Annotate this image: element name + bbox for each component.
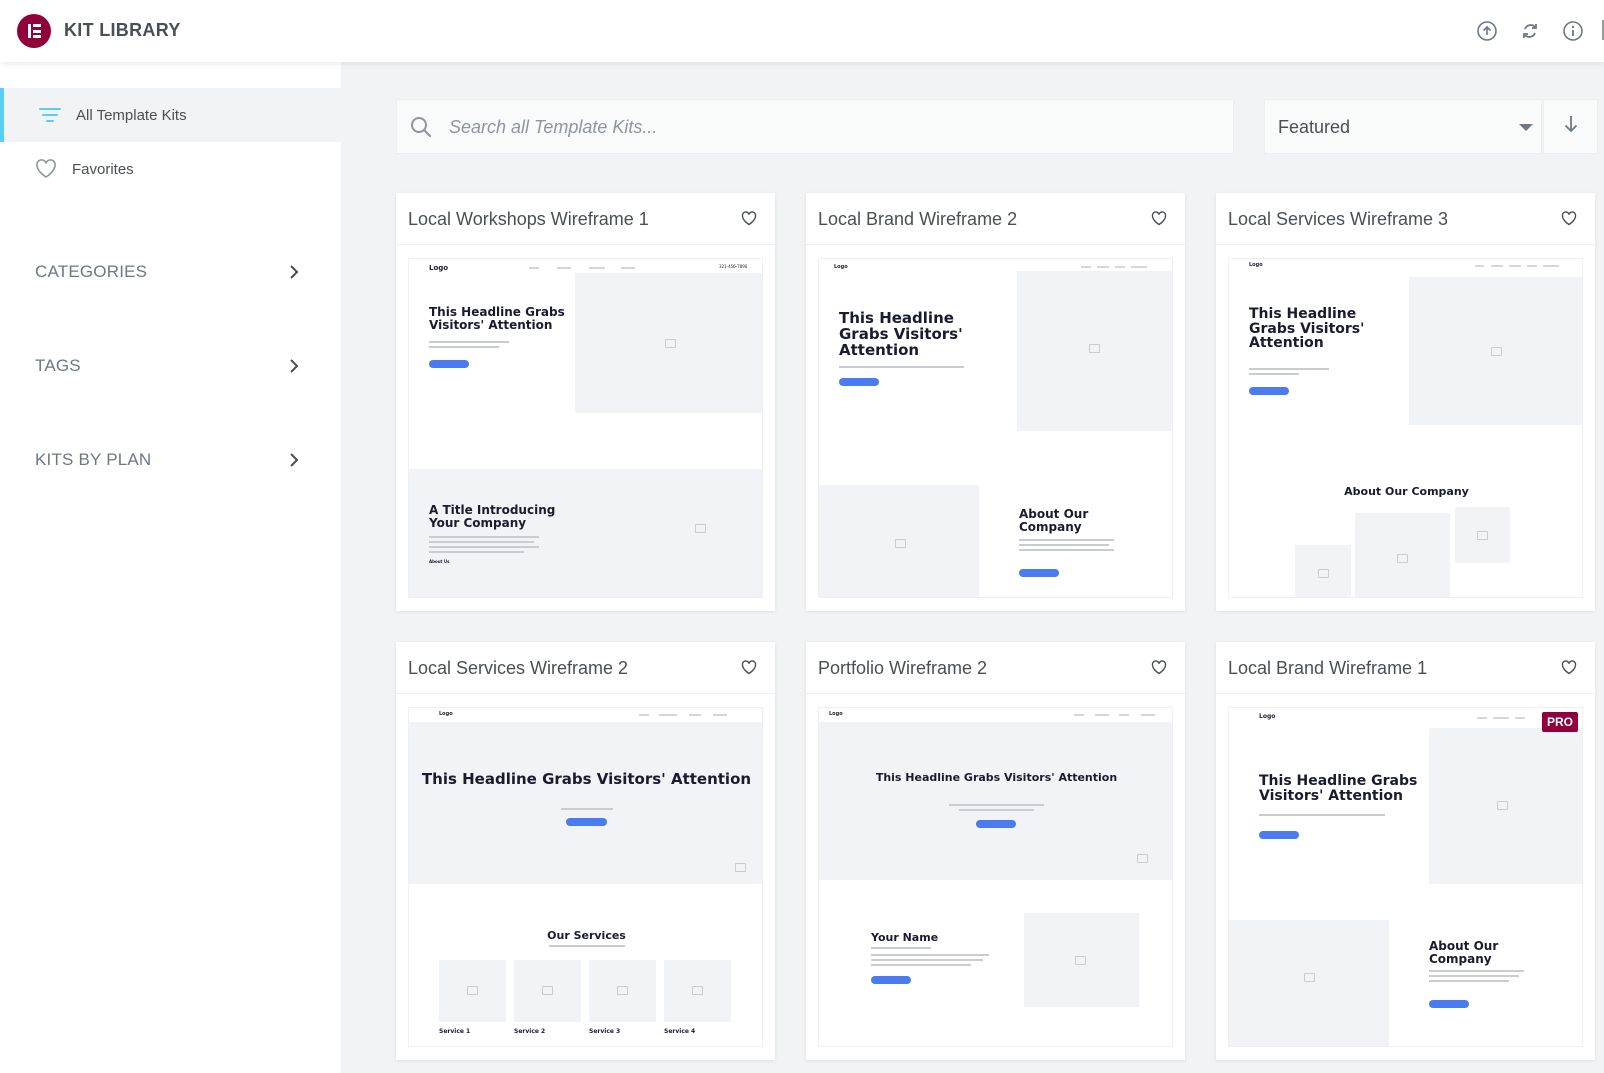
heart-icon bbox=[35, 158, 57, 180]
kit-thumbnail: Logo This Headline Grabs Visitors' Atten… bbox=[1228, 258, 1583, 598]
section-label: TAGS bbox=[35, 356, 81, 375]
kit-card-header: Local Brand Wireframe 1 bbox=[1216, 642, 1595, 694]
favorite-heart-icon[interactable] bbox=[1561, 211, 1577, 227]
kit-card[interactable]: Local Workshops Wireframe 1 Logo 321-456… bbox=[396, 193, 775, 611]
kit-thumbnail: Logo This Headline Grabs Visitors' Atten… bbox=[818, 707, 1173, 1047]
search-input[interactable] bbox=[449, 110, 1209, 144]
wireframe-section-title: About Our Company bbox=[1019, 507, 1089, 534]
wireframe-logo: Logo bbox=[1249, 262, 1263, 268]
sidebar-item-label: Favorites bbox=[72, 160, 134, 178]
wireframe-service-label: Service 3 bbox=[589, 1028, 621, 1035]
kit-card[interactable]: Portfolio Wireframe 2 Logo This Headline… bbox=[806, 642, 1185, 1060]
kit-card-title: Local Services Wireframe 3 bbox=[1228, 209, 1449, 229]
wireframe-headline: This Headline Grabs Visitors' Attention bbox=[875, 771, 1118, 784]
sidebar-section-tags[interactable]: TAGS bbox=[0, 344, 341, 388]
wireframe-headline: This Headline Grabs Visitors' Attention bbox=[429, 305, 565, 332]
kit-card-title: Local Services Wireframe 2 bbox=[408, 658, 629, 678]
chevron-right-icon bbox=[286, 264, 302, 280]
wireframe-service-label: Service 4 bbox=[664, 1028, 696, 1035]
refresh-icon[interactable] bbox=[1518, 19, 1542, 43]
wireframe-section-title: About Our Company bbox=[1429, 939, 1499, 966]
kit-card[interactable]: Local Brand Wireframe 2 Logo This Headli… bbox=[806, 193, 1185, 611]
kit-card-header: Local Services Wireframe 3 bbox=[1216, 193, 1595, 245]
wireframe-logo: Logo bbox=[829, 711, 843, 717]
kit-card-header: Portfolio Wireframe 2 bbox=[806, 642, 1185, 694]
search-icon bbox=[409, 115, 433, 139]
sidebar-item-all-template-kits[interactable]: All Template Kits bbox=[0, 88, 341, 142]
chevron-right-icon bbox=[286, 358, 302, 374]
sort-select[interactable]: Featured bbox=[1264, 99, 1542, 154]
caret-down-icon bbox=[1519, 124, 1533, 131]
wireframe-headline: This Headline Grabs Visitors' Attention bbox=[1259, 773, 1418, 804]
favorite-heart-icon[interactable] bbox=[1561, 660, 1577, 676]
favorite-heart-icon[interactable] bbox=[741, 211, 757, 227]
sidebar-item-favorites[interactable]: Favorites bbox=[0, 142, 341, 196]
favorite-heart-icon[interactable] bbox=[1151, 211, 1167, 227]
kit-card-title: Local Workshops Wireframe 1 bbox=[408, 209, 649, 229]
wireframe-section-title: Your Name bbox=[871, 931, 939, 944]
wireframe-section-title: Our Services bbox=[547, 929, 626, 942]
upload-icon[interactable] bbox=[1475, 19, 1499, 43]
section-label: CATEGORIES bbox=[35, 262, 148, 281]
filter-lines-icon bbox=[39, 104, 61, 126]
sort-selected-value: Featured bbox=[1278, 117, 1351, 137]
chevron-right-icon bbox=[286, 452, 302, 468]
kit-card-header: Local Brand Wireframe 2 bbox=[806, 193, 1185, 245]
kit-card-title: Local Brand Wireframe 1 bbox=[1228, 658, 1428, 678]
pro-badge: PRO bbox=[1541, 712, 1578, 732]
sidebar: All Template Kits Favorites CATEGORIES T… bbox=[0, 62, 341, 1073]
section-label: KITS BY PLAN bbox=[35, 450, 152, 469]
sidebar-section-categories[interactable]: CATEGORIES bbox=[0, 250, 341, 294]
kit-card[interactable]: Local Brand Wireframe 1 Logo This Headli… bbox=[1216, 642, 1595, 1060]
kit-card-header: Local Workshops Wireframe 1 bbox=[396, 193, 775, 245]
kit-thumbnail: Logo This Headline Grabs Visitors' Atten… bbox=[818, 258, 1173, 598]
kit-card-title: Local Brand Wireframe 2 bbox=[818, 209, 1018, 229]
top-bar: KIT LIBRARY bbox=[0, 0, 1604, 62]
kit-card[interactable]: Local Services Wireframe 2 Logo This Hea… bbox=[396, 642, 775, 1060]
wireframe-service-label: Service 1 bbox=[439, 1028, 471, 1035]
kit-card[interactable]: Local Services Wireframe 3 Logo This Hea… bbox=[1216, 193, 1595, 611]
wireframe-phone: 321-456-7890 bbox=[719, 264, 748, 269]
wireframe-headline: This Headline Grabs Visitors' Attention bbox=[839, 309, 963, 359]
wireframe-headline: This Headline Grabs Visitors' Attention bbox=[1249, 306, 1365, 352]
arrow-down-icon bbox=[1563, 114, 1579, 139]
sidebar-section-kits-by-plan[interactable]: KITS BY PLAN bbox=[0, 438, 341, 482]
wireframe-section-title: About Our Company bbox=[1344, 485, 1469, 498]
wireframe-logo: Logo bbox=[439, 711, 453, 717]
wireframe-link: About Us bbox=[429, 559, 450, 564]
sort-direction-button[interactable] bbox=[1543, 99, 1598, 154]
wireframe-service-label: Service 2 bbox=[514, 1028, 546, 1035]
favorite-heart-icon[interactable] bbox=[1151, 660, 1167, 676]
kit-thumbnail: Logo 321-456-7890 This Headline Grabs Vi… bbox=[408, 258, 763, 598]
wireframe-logo: Logo bbox=[429, 264, 449, 272]
wireframe-section-title: A Title Introducing Your Company bbox=[429, 503, 556, 530]
kit-card-header: Local Services Wireframe 2 bbox=[396, 642, 775, 694]
favorite-heart-icon[interactable] bbox=[741, 660, 757, 676]
sidebar-item-label: All Template Kits bbox=[76, 106, 187, 124]
wireframe-logo: Logo bbox=[1259, 713, 1276, 720]
search-bar bbox=[396, 99, 1234, 154]
kit-card-title: Portfolio Wireframe 2 bbox=[818, 658, 988, 678]
kit-thumbnail: Logo This Headline Grabs Visitors' Atten… bbox=[1228, 707, 1583, 1047]
app-title: KIT LIBRARY bbox=[64, 20, 181, 40]
info-icon[interactable] bbox=[1561, 19, 1585, 43]
kit-thumbnail: Logo This Headline Grabs Visitors' Atten… bbox=[408, 707, 763, 1047]
wireframe-logo: Logo bbox=[834, 264, 848, 270]
wireframe-headline: This Headline Grabs Visitors' Attention bbox=[421, 770, 752, 788]
elementor-logo-icon bbox=[17, 14, 51, 48]
